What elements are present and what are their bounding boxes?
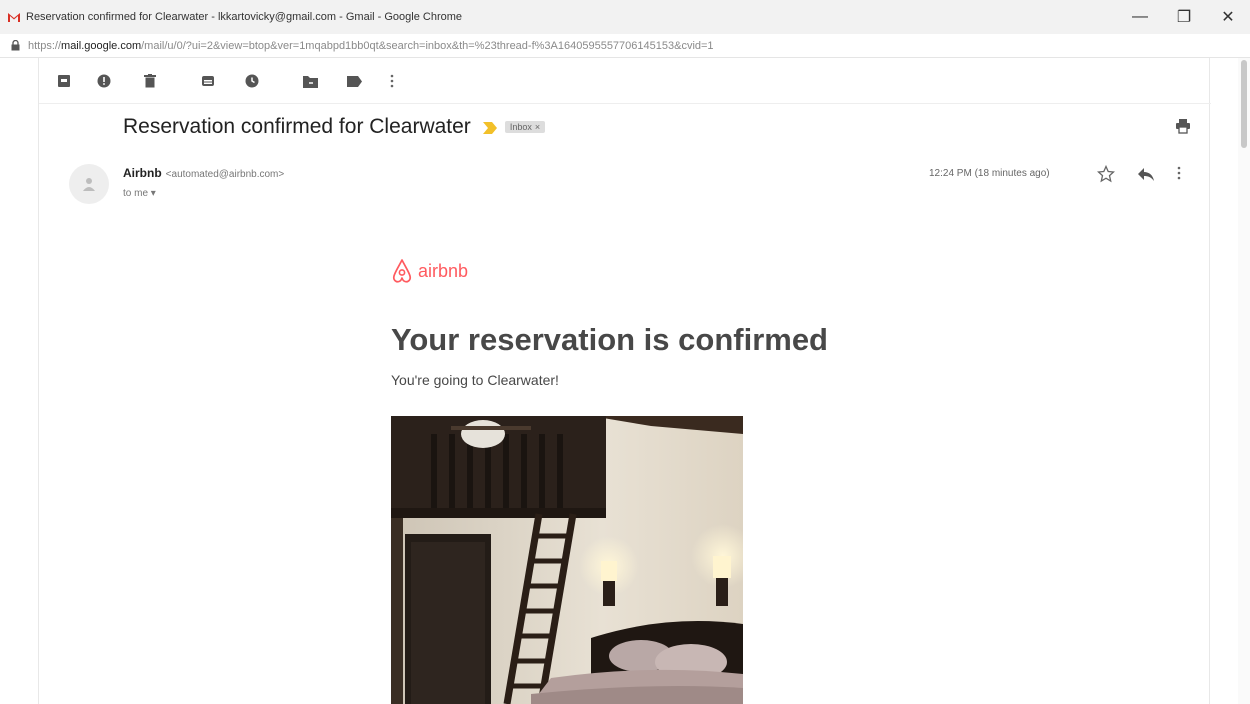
print-icon[interactable]	[1175, 118, 1193, 136]
snooze-icon[interactable]	[243, 72, 261, 90]
reply-icon[interactable]	[1137, 166, 1157, 186]
move-to-icon[interactable]	[301, 72, 319, 90]
logo-wordmark: airbnb	[418, 260, 469, 281]
inbox-label-chip[interactable]: Inbox ×	[504, 121, 546, 133]
archive-icon[interactable]	[55, 72, 73, 90]
gmail-icon	[6, 10, 22, 24]
delete-icon[interactable]	[141, 72, 159, 90]
lock-icon	[8, 40, 22, 51]
recipient-dropdown[interactable]: to me ▾	[123, 188, 156, 199]
email-subline: You're going to Clearwater!	[391, 372, 559, 388]
email-toolbar	[39, 58, 1211, 104]
sender-line: Airbnb <automated@airbnb.com>	[123, 166, 284, 180]
label-text: Inbox	[509, 122, 532, 132]
more-vert-icon[interactable]	[383, 72, 401, 90]
url-scheme: https://	[28, 39, 62, 52]
report-spam-icon[interactable]	[95, 72, 113, 90]
star-icon[interactable]	[1096, 164, 1117, 185]
close-button[interactable]: ✕	[1206, 0, 1250, 34]
address-bar[interactable]: https://mail.google.com/mail/u/0/?ui=2&v…	[0, 34, 1250, 58]
email-timestamp: 12:24 PM (18 minutes ago)	[929, 168, 1050, 179]
sender-name[interactable]: Airbnb	[123, 166, 162, 180]
label-remove-icon[interactable]: ×	[535, 122, 540, 132]
importance-marker-icon[interactable]	[482, 121, 497, 134]
maximize-button[interactable]: ❐	[1162, 0, 1206, 34]
email-headline: Your reservation is confirmed	[391, 322, 828, 357]
url-text[interactable]: https://mail.google.com/mail/u/0/?ui=2&v…	[28, 40, 714, 52]
mark-unread-icon[interactable]	[199, 72, 217, 90]
window-title: Reservation confirmed for Clearwater - l…	[26, 11, 463, 23]
airbnb-belo-icon	[392, 259, 412, 283]
airbnb-logo[interactable]: airbnb	[391, 258, 468, 284]
labels-icon[interactable]	[345, 72, 363, 90]
url-host: mail.google.com	[61, 39, 142, 52]
subject-row: Reservation confirmed for Clearwater Inb…	[123, 112, 546, 142]
sender-email: <automated@airbnb.com>	[165, 169, 285, 180]
email-subject: Reservation confirmed for Clearwater	[123, 115, 471, 138]
page-scrollbar[interactable]	[1238, 58, 1250, 704]
email-view: Reservation confirmed for Clearwater Inb…	[38, 58, 1211, 704]
minimize-button[interactable]: —	[1118, 0, 1162, 34]
scrollbar-thumb[interactable]	[1241, 60, 1247, 148]
more-options-icon[interactable]	[1177, 166, 1191, 186]
url-path: /mail/u/0/?ui=2&view=btop&ver=1mqabpd1bb…	[141, 39, 714, 52]
window-titlebar: Reservation confirmed for Clearwater - l…	[0, 0, 1250, 34]
listing-photo[interactable]	[391, 416, 743, 704]
sender-avatar[interactable]	[69, 164, 109, 204]
